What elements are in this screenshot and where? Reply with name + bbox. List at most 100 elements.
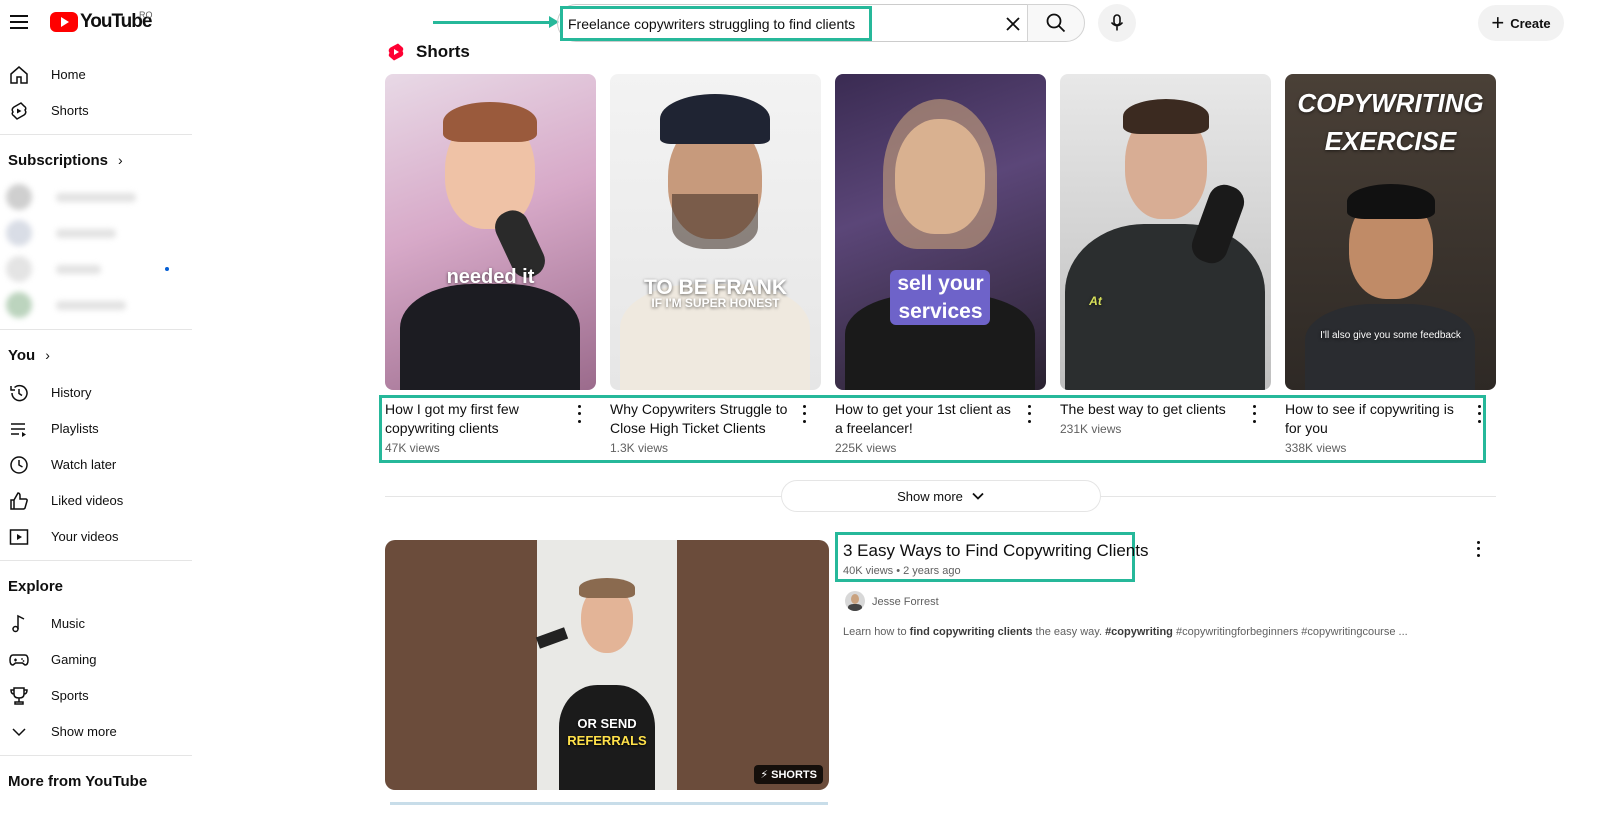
desc-hashtag[interactable]: #copywriting xyxy=(1105,626,1173,638)
sidebar-item-home[interactable]: Home xyxy=(0,56,192,92)
sidebar-item-label: Liked videos xyxy=(51,492,124,508)
you-title: You xyxy=(8,346,36,364)
create-button[interactable]: + Create xyxy=(1478,5,1564,41)
divider xyxy=(0,755,192,756)
short-title[interactable]: How I got my first few copywriting clien… xyxy=(385,400,565,438)
sidebar-item-history[interactable]: History xyxy=(0,374,192,410)
show-more-button[interactable]: Show more xyxy=(781,480,1101,512)
sidebar-item-sports[interactable]: Sports xyxy=(0,677,192,713)
voice-search-button[interactable] xyxy=(1098,4,1136,42)
desc-rest: #copywritingforbeginners #copywritingcou… xyxy=(1172,626,1408,638)
sidebar-item-shorts[interactable]: Shorts xyxy=(0,92,192,128)
sidebar-item-your-videos[interactable]: Your videos xyxy=(0,518,192,554)
desc-prefix: Learn how to xyxy=(843,626,910,638)
chevron-down-icon xyxy=(972,492,984,500)
show-more-label: Show more xyxy=(897,488,963,504)
shorts-icon xyxy=(11,102,27,120)
short-card[interactable]: COPYWRITING EXERCISE I'll also give you … xyxy=(1285,74,1497,390)
thumbs-up-icon xyxy=(10,492,28,510)
short-card[interactable]: needed it xyxy=(385,74,597,390)
short-views: 225K views xyxy=(835,441,897,455)
next-result-edge xyxy=(390,802,828,805)
playlists-icon xyxy=(11,423,26,437)
subscription-item[interactable] xyxy=(6,179,192,215)
more-options-icon[interactable] xyxy=(1473,403,1485,425)
microphone-icon xyxy=(1110,14,1124,31)
short-card[interactable]: At xyxy=(1060,74,1272,390)
more-from-youtube-title: More from YouTube xyxy=(8,772,148,790)
short-title[interactable]: Why Copywriters Struggle to Close High T… xyxy=(610,400,790,438)
video-thumbnail[interactable]: OR SEND REFERRALS ⚡ SHORTS xyxy=(385,540,829,790)
search-button[interactable] xyxy=(1027,4,1085,42)
sidebar-item-label: Watch later xyxy=(51,456,117,472)
short-thumbnail[interactable]: COPYWRITING EXERCISE I'll also give you … xyxy=(1285,74,1496,390)
sidebar-item-label: Gaming xyxy=(51,651,97,667)
you-heading[interactable]: You › xyxy=(0,336,192,374)
short-title[interactable]: How to see if copywriting is for you xyxy=(1285,400,1465,438)
avatar xyxy=(6,292,32,318)
short-thumbnail[interactable]: sell your services xyxy=(835,74,1046,390)
search-box xyxy=(557,4,1027,42)
blurred-channel-name xyxy=(56,265,101,274)
shorts-logo-icon xyxy=(388,43,404,61)
sidebar-item-label: History xyxy=(51,384,92,400)
sidebar-item-show-more[interactable]: Show more xyxy=(0,713,192,749)
video-title[interactable]: 3 Easy Ways to Find Copywriting Clients xyxy=(843,541,1148,561)
short-title[interactable]: How to get your 1st client as a freelanc… xyxy=(835,400,1015,438)
desc-suffix: the easy way. xyxy=(1032,626,1106,638)
plus-icon: + xyxy=(1491,10,1505,35)
sidebar-item-label: Show more xyxy=(51,723,117,739)
short-thumb-caption: At xyxy=(1089,294,1102,308)
blurred-channel-name xyxy=(56,229,116,238)
search-input[interactable] xyxy=(560,6,872,41)
trophy-icon xyxy=(10,687,28,705)
short-card[interactable]: TO BE FRANK IF I'M SUPER HONEST xyxy=(610,74,822,390)
sidebar-item-label: Shorts xyxy=(51,102,89,118)
short-thumbnail[interactable]: TO BE FRANK IF I'M SUPER HONEST xyxy=(610,74,821,390)
sidebar: Home Shorts Subscriptions › You › Histor… xyxy=(0,56,192,821)
subscription-item[interactable] xyxy=(6,287,192,323)
shorts-bolt-icon: ⚡ xyxy=(760,769,769,781)
more-options-icon[interactable] xyxy=(1248,403,1260,425)
more-options-icon[interactable] xyxy=(1472,539,1484,559)
avatar xyxy=(6,220,32,246)
short-thumbnail[interactable]: At xyxy=(1060,74,1271,390)
more-options-icon[interactable] xyxy=(1023,403,1035,425)
sidebar-item-playlists[interactable]: Playlists xyxy=(0,410,192,446)
short-thumb-caption: sell your services xyxy=(897,272,984,323)
sidebar-item-label: Playlists xyxy=(51,420,99,436)
music-icon xyxy=(12,614,25,633)
annotation-arrow xyxy=(433,16,559,28)
subscriptions-heading[interactable]: Subscriptions › xyxy=(0,141,192,179)
youtube-logo[interactable]: YouTube xyxy=(50,11,152,33)
short-title[interactable]: The best way to get clients xyxy=(1060,400,1240,419)
subscriptions-title: Subscriptions xyxy=(8,151,109,169)
short-card[interactable]: sell your services xyxy=(835,74,1047,390)
menu-icon[interactable] xyxy=(8,11,30,33)
shorts-section-header: Shorts xyxy=(386,42,470,62)
new-content-dot xyxy=(165,267,169,271)
subscription-item[interactable] xyxy=(6,215,192,251)
more-from-youtube-heading: More from YouTube xyxy=(0,762,192,800)
short-thumb-subcaption: IF I'M SUPER HONEST xyxy=(651,296,780,310)
subscription-item[interactable] xyxy=(6,251,192,287)
short-thumb-caption: COPYWRITING EXERCISE xyxy=(1297,88,1484,156)
channel-name[interactable]: Jesse Forrest xyxy=(872,596,939,608)
video-frame: OR SEND REFERRALS xyxy=(535,540,677,790)
create-label: Create xyxy=(1510,15,1551,31)
blurred-channel-name xyxy=(56,193,136,202)
country-code: RO xyxy=(139,10,153,20)
clear-search-icon[interactable] xyxy=(1003,14,1023,34)
your-videos-icon xyxy=(9,529,29,545)
short-thumbnail[interactable]: needed it xyxy=(385,74,596,390)
more-options-icon[interactable] xyxy=(798,403,810,425)
shorts-badge: ⚡ SHORTS xyxy=(754,765,823,784)
avatar xyxy=(6,184,32,210)
channel-avatar[interactable] xyxy=(845,591,865,611)
sidebar-item-watch-later[interactable]: Watch later xyxy=(0,446,192,482)
more-options-icon[interactable] xyxy=(573,403,585,425)
sidebar-item-liked-videos[interactable]: Liked videos xyxy=(0,482,192,518)
short-views: 1.3K views xyxy=(610,441,669,455)
sidebar-item-music[interactable]: Music xyxy=(0,605,192,641)
sidebar-item-gaming[interactable]: Gaming xyxy=(0,641,192,677)
